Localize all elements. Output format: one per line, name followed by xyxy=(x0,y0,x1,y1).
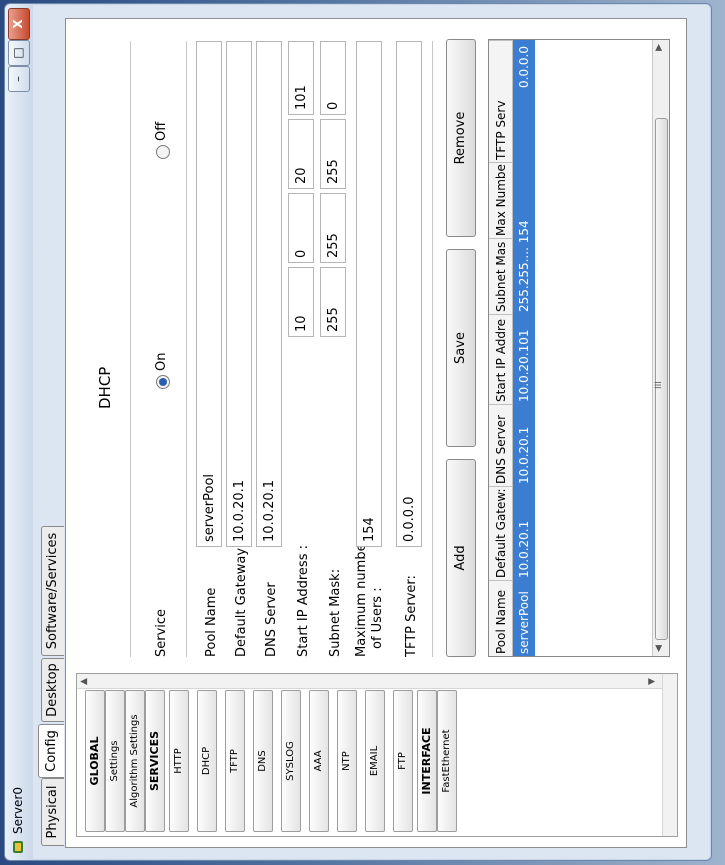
sidebar-item-tftp[interactable]: TFTP xyxy=(225,690,245,832)
service-off-label: Off xyxy=(154,121,169,141)
subnet-octet-3[interactable]: 255 xyxy=(320,119,346,189)
start-ip-octet-4[interactable]: 101 xyxy=(288,41,314,115)
dhcp-panel: DHCP Service On Off Pool Name serverPool… xyxy=(76,31,676,667)
column-header-pool-name[interactable]: Pool Name xyxy=(489,580,513,656)
start-ip-label: Start IP Address : xyxy=(296,545,311,657)
sidebar-header-interface: INTERFACE xyxy=(417,690,437,832)
column-header-tftp-server[interactable]: TFTP Serv xyxy=(489,40,513,162)
max-users-label-line1: Maximum number xyxy=(354,538,369,657)
save-button[interactable]: Save xyxy=(446,249,476,447)
sidebar-item-fastethernet[interactable]: FastEthernet xyxy=(437,690,457,832)
title-bar[interactable]: Server0 – □ X xyxy=(5,4,33,860)
divider xyxy=(186,41,187,657)
tab-software-services[interactable]: Software/Services xyxy=(41,526,64,656)
table-cell-start-ip[interactable]: 10.0.20.101 xyxy=(513,314,535,404)
column-header-max-number[interactable]: Max Numbe xyxy=(489,162,513,238)
dns-server-label: DNS Server xyxy=(264,582,279,657)
sidebar-item-dhcp[interactable]: DHCP xyxy=(197,690,217,832)
divider xyxy=(130,41,131,657)
default-gateway-field[interactable]: 10.0.20.1 xyxy=(226,41,252,547)
table-scroll-thumb[interactable]: III xyxy=(654,118,668,640)
sidebar-item-settings[interactable]: Settings xyxy=(105,690,125,832)
dhcp-title: DHCP xyxy=(96,366,114,409)
scroll-left-arrow-icon[interactable]: ◀ xyxy=(654,645,664,652)
column-header-start-ip[interactable]: Start IP Addre xyxy=(489,314,513,404)
sidebar-item-email[interactable]: EMAIL xyxy=(365,690,385,832)
sidebar-header-global: GLOBAL xyxy=(85,690,105,832)
start-ip-octet-1[interactable]: 10 xyxy=(288,267,314,337)
max-users-field[interactable]: 154 xyxy=(356,41,382,547)
minimize-button[interactable]: – xyxy=(8,66,30,92)
max-users-label-line2: of Users : xyxy=(370,587,385,649)
column-header-default-gateway[interactable]: Default Gatew: xyxy=(489,486,513,580)
table-cell-tftp-server[interactable]: 0.0.0.0 xyxy=(513,40,535,162)
add-button[interactable]: Add xyxy=(446,459,476,657)
sidebar-item-syslog[interactable]: SYSLOG xyxy=(281,690,301,832)
pool-table: Pool Name Default Gatew: DNS Server Star… xyxy=(488,39,670,657)
service-on-radio[interactable] xyxy=(156,375,170,389)
sidebar-item-dns[interactable]: DNS xyxy=(253,690,273,832)
scroll-up-arrow-icon[interactable]: ▲ xyxy=(79,678,89,685)
subnet-octet-4[interactable]: 0 xyxy=(320,41,346,115)
pool-name-field[interactable]: serverPool xyxy=(196,41,222,547)
table-cell-pool-name[interactable]: serverPool xyxy=(513,580,535,656)
table-horizontal-scrollbar[interactable]: ◀ III ▶ xyxy=(652,40,669,656)
table-cell-dns-server[interactable]: 10.0.20.1 xyxy=(513,404,535,486)
start-ip-octet-3[interactable]: 20 xyxy=(288,119,314,189)
subnet-octet-2[interactable]: 255 xyxy=(320,193,346,263)
sidebar-item-ntp[interactable]: NTP xyxy=(337,690,357,832)
default-gateway-label: Default Gateway xyxy=(234,547,249,657)
tab-physical[interactable]: Physical xyxy=(41,778,64,846)
subnet-mask-label: Subnet Mask: xyxy=(328,568,343,657)
divider xyxy=(432,41,433,657)
service-on-label: On xyxy=(154,352,169,371)
table-cell-default-gateway[interactable]: 10.0.20.1 xyxy=(513,486,535,580)
start-ip-octet-2[interactable]: 0 xyxy=(288,193,314,263)
sidebar: GLOBAL Settings Algorithm Settings SERVI… xyxy=(76,673,678,837)
sidebar-item-ftp[interactable]: FTP xyxy=(393,690,413,832)
close-button[interactable]: X xyxy=(8,8,30,40)
pool-name-label: Pool Name xyxy=(204,587,219,657)
scroll-down-arrow-icon[interactable]: ▼ xyxy=(647,678,657,685)
tftp-server-label: TFTP Server: xyxy=(404,575,419,657)
tftp-server-field[interactable]: 0.0.0.0 xyxy=(396,41,422,547)
table-cell-subnet-max[interactable]: 255.255.... 154 xyxy=(513,162,535,314)
rotated-window-canvas: Server0 – □ X Physical Config Desktop So… xyxy=(0,0,725,865)
service-label: Service xyxy=(154,608,169,657)
window-title: Server0 xyxy=(11,787,25,834)
remove-button[interactable]: Remove xyxy=(446,39,476,237)
maximize-button[interactable]: □ xyxy=(8,40,30,66)
column-header-dns-server[interactable]: DNS Server xyxy=(489,404,513,486)
server-window: Server0 – □ X Physical Config Desktop So… xyxy=(4,3,712,861)
dns-server-field[interactable]: 10.0.20.1 xyxy=(256,41,282,547)
app-icon xyxy=(13,841,23,853)
sidebar-item-http[interactable]: HTTP xyxy=(169,690,189,832)
sidebar-item-aaa[interactable]: AAA xyxy=(309,690,329,832)
sidebar-horizontal-scrollbar[interactable] xyxy=(662,674,677,836)
tab-config[interactable]: Config xyxy=(38,724,64,778)
column-header-subnet-mask[interactable]: Subnet Mas xyxy=(489,238,513,314)
config-content: GLOBAL Settings Algorithm Settings SERVI… xyxy=(65,18,687,848)
sidebar-item-algorithm-settings[interactable]: Algorithm Settings xyxy=(125,690,145,832)
sidebar-vertical-scrollbar[interactable]: ▲ ▼ xyxy=(77,674,677,689)
subnet-octet-1[interactable]: 255 xyxy=(320,267,346,337)
service-off-radio[interactable] xyxy=(156,145,170,159)
scroll-right-arrow-icon[interactable]: ▶ xyxy=(654,44,664,51)
scroll-grip: III xyxy=(654,381,664,389)
tab-desktop[interactable]: Desktop xyxy=(41,658,64,722)
sidebar-header-services: SERVICES xyxy=(145,690,165,832)
